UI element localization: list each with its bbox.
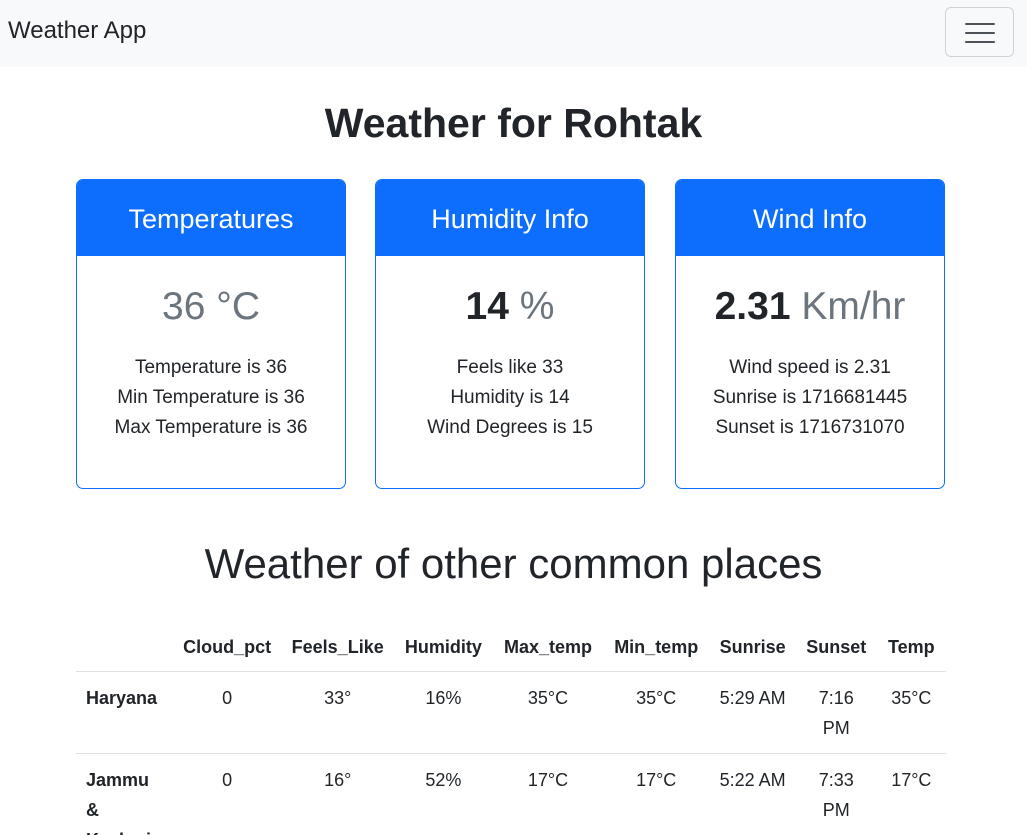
min-temp-cell: 17°C bbox=[603, 753, 710, 835]
navbar-brand[interactable]: Weather App bbox=[8, 17, 146, 45]
column-header: Sunrise bbox=[709, 624, 796, 672]
column-header: Max_temp bbox=[493, 624, 603, 672]
place-name: Haryana bbox=[76, 671, 173, 754]
navbar-toggler-button[interactable] bbox=[945, 7, 1014, 57]
min-temp-cell: 35°C bbox=[603, 671, 710, 754]
humidity-value: 14 bbox=[465, 285, 509, 328]
humidity-card: Humidity Info 14 % Feels like 33 Humidit… bbox=[375, 179, 645, 489]
hamburger-menu-icon bbox=[965, 21, 995, 45]
cloud-pct-cell: 0 bbox=[172, 671, 282, 754]
weather-table: Cloud_pct Feels_Like Humidity Max_temp M… bbox=[76, 624, 946, 835]
card-details: Feels like 33 Humidity is 14 Wind Degree… bbox=[376, 353, 644, 443]
humidity-cell: 52% bbox=[393, 753, 493, 835]
cloud-pct-cell: 0 bbox=[172, 753, 282, 835]
table-row: Haryana 0 33° 16% 35°C 35°C 5:29 AM 7:16… bbox=[76, 671, 946, 754]
column-header: Feels_Like bbox=[281, 624, 394, 672]
max-temp-cell: 35°C bbox=[493, 671, 603, 754]
temperature-unit: °C bbox=[216, 285, 260, 328]
temp-cell: 35°C bbox=[876, 671, 946, 754]
card-details: Wind speed is 2.31 Sunrise is 1716681445… bbox=[676, 353, 944, 443]
max-temp-cell: 17°C bbox=[493, 753, 603, 835]
card-detail-line: Wind Degrees is 15 bbox=[427, 417, 593, 438]
temperature-card: Temperatures 36 °C Temperature is 36 Min… bbox=[76, 179, 346, 489]
wind-unit: Km/hr bbox=[801, 285, 906, 328]
table-header-row: Cloud_pct Feels_Like Humidity Max_temp M… bbox=[76, 624, 946, 672]
card-header: Humidity Info bbox=[376, 180, 644, 256]
wind-card: Wind Info 2.31 Km/hr Wind speed is 2.31 … bbox=[675, 179, 945, 489]
card-main-value: 36 °C bbox=[77, 283, 345, 331]
column-header: Temp bbox=[876, 624, 946, 672]
sunrise-cell: 5:29 AM bbox=[709, 671, 796, 754]
table-row: Jammu & Kashmir 0 16° 52% 17°C 17°C 5:22… bbox=[76, 753, 946, 835]
feels-like-cell: 33° bbox=[281, 671, 394, 754]
feels-like-cell: 16° bbox=[281, 753, 394, 835]
card-detail-line: Sunrise is 1716681445 bbox=[712, 387, 908, 408]
card-header: Temperatures bbox=[77, 180, 345, 256]
section-title: Weather of other common places bbox=[204, 540, 823, 587]
sunset-cell: 7:16 PM bbox=[795, 671, 877, 754]
sunset-cell: 7:33 PM bbox=[795, 753, 877, 835]
humidity-cell: 16% bbox=[393, 671, 493, 754]
card-details: Temperature is 36 Min Temperature is 36 … bbox=[77, 353, 345, 443]
temperature-value: 36 bbox=[162, 285, 206, 328]
card-detail-line: Wind speed is 2.31 bbox=[729, 357, 891, 378]
page-title: Weather for Rohtak bbox=[324, 100, 703, 146]
column-header: Humidity bbox=[393, 624, 493, 672]
card-detail-line: Min Temperature is 36 bbox=[117, 387, 305, 408]
wind-value: 2.31 bbox=[714, 285, 791, 328]
card-main-value: 14 % bbox=[376, 283, 644, 331]
column-header: Sunset bbox=[795, 624, 877, 672]
card-header: Wind Info bbox=[676, 180, 944, 256]
weather-table-container[interactable]: Cloud_pct Feels_Like Humidity Max_temp M… bbox=[76, 624, 946, 835]
card-detail-line: Feels like 33 bbox=[456, 357, 564, 378]
column-header: Cloud_pct bbox=[172, 624, 282, 672]
navbar: Weather App bbox=[0, 0, 1027, 67]
card-detail-line: Humidity is 14 bbox=[450, 387, 570, 408]
column-header: Min_temp bbox=[603, 624, 710, 672]
column-header bbox=[76, 624, 173, 672]
humidity-unit: % bbox=[519, 285, 555, 328]
sunrise-cell: 5:22 AM bbox=[709, 753, 796, 835]
place-name: Jammu & Kashmir bbox=[76, 753, 173, 835]
card-detail-line: Sunset is 1716731070 bbox=[715, 417, 905, 438]
card-detail-line: Temperature is 36 bbox=[134, 357, 288, 378]
card-detail-line: Max Temperature is 36 bbox=[114, 417, 308, 438]
card-main-value: 2.31 Km/hr bbox=[676, 283, 944, 331]
temp-cell: 17°C bbox=[876, 753, 946, 835]
